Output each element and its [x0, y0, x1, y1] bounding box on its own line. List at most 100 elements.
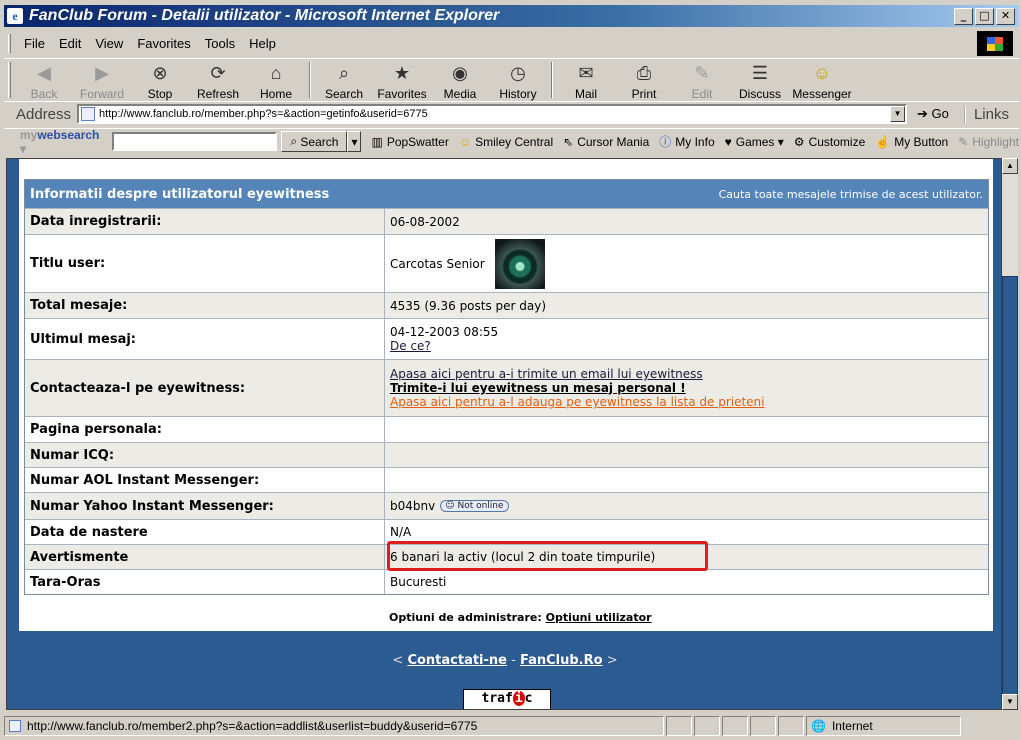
highlighter-icon: ✎ [958, 134, 969, 149]
address-url: http://www.fanclub.ro/member.php?s=&acti… [99, 108, 428, 120]
edit-icon: ✎ [694, 62, 710, 83]
search-button[interactable]: ⌕ Search [315, 59, 373, 102]
address-bar: Address http://www.fanclub.ro/member.php… [4, 101, 1019, 126]
home-button[interactable]: ⌂ Home [247, 59, 305, 102]
media-icon: ◉ [452, 62, 468, 83]
popswatter-button[interactable]: ▥ PopSwatter [371, 135, 448, 149]
page-icon [9, 720, 21, 732]
address-dropdown-icon[interactable]: ▼ [890, 106, 906, 122]
status-text: http://www.fanclub.ro/member2.php?s=&act… [4, 716, 664, 736]
footer: < Contactati-ne - FanClub.Ro > [392, 653, 618, 668]
status-bar: http://www.fanclub.ro/member2.php?s=&act… [4, 714, 1019, 738]
admin-options: Optiuni de administrare: Optiuni utiliza… [389, 611, 652, 624]
search-user-posts-link[interactable]: Cauta toate mesajele trimise de acest ut… [719, 188, 983, 201]
profile-title: Informatii despre utilizatorul eyewitnes… [30, 186, 330, 202]
customize-button[interactable]: ⚙ Customize [794, 135, 865, 149]
scroll-down-icon[interactable]: ▼ [1002, 694, 1018, 710]
links-button[interactable]: Links [963, 105, 1009, 123]
address-input[interactable]: http://www.fanclub.ro/member.php?s=&acti… [77, 104, 908, 124]
fanclub-link[interactable]: FanClub.Ro [520, 653, 603, 668]
globe-icon: 🌐 [811, 719, 826, 733]
scroll-up-icon[interactable]: ▲ [1002, 158, 1018, 174]
eye-avatar [494, 238, 545, 289]
title-bar: e FanClub Forum - Detalii utilizator - M… [4, 5, 1019, 27]
profile-header: Informatii despre utilizatorul eyewitnes… [25, 180, 988, 208]
print-button[interactable]: ⎙ Print [615, 59, 673, 102]
menu-file[interactable]: File [17, 36, 52, 51]
field-label: Numar ICQ: [25, 443, 385, 467]
field-value: 06-08-2002 [385, 209, 988, 234]
add-buddy-link[interactable]: Apasa aici pentru a-l adauga pe eyewitne… [390, 395, 983, 409]
cursor-mania-button[interactable]: ⇖ Cursor Mania [563, 135, 649, 149]
maximize-button[interactable]: □ [975, 8, 994, 25]
hand-icon: ☝ [875, 134, 891, 149]
search-dropdown-icon[interactable]: ▾ [347, 131, 362, 152]
yahoo-id: b04bnv [390, 499, 436, 513]
history-button[interactable]: ◷ History [489, 59, 547, 102]
menu-edit[interactable]: Edit [52, 36, 88, 51]
field-label: Ultimul mesaj: [25, 319, 385, 359]
gear-icon: ⚙ [793, 134, 805, 149]
trafic-ranking-badge[interactable]: traf i c [463, 689, 551, 709]
popswatter-icon: ▥ [371, 134, 383, 149]
field-label: Data de nastere [25, 520, 385, 544]
ie-icon: e [7, 8, 23, 24]
mail-button[interactable]: ✉ Mail [557, 59, 615, 102]
messenger-icon: ☺ [812, 62, 832, 83]
history-icon: ◷ [510, 62, 526, 83]
why-link[interactable]: De ce? [390, 339, 983, 353]
minimize-button[interactable]: _ [954, 8, 973, 25]
websearch-search-button[interactable]: ⌕ Search [281, 131, 348, 152]
discuss-button[interactable]: ☰ Discuss [731, 59, 789, 102]
field-label: Contacteaza-l pe eyewitness: [25, 360, 385, 416]
field-label: Avertismente [25, 545, 385, 569]
last-post-date: 04-12-2003 08:55 [390, 325, 499, 339]
smiley-central-button[interactable]: ☺ Smiley Central [459, 135, 553, 149]
field-label: Numar Yahoo Instant Messenger: [25, 493, 385, 519]
discuss-icon: ☰ [751, 62, 769, 83]
edit-button[interactable]: ✎ Edit [673, 59, 731, 102]
browser-window: e FanClub Forum - Detalii utilizator - M… [0, 0, 1021, 740]
yahoo-status-badge[interactable]: ☺ Not online [440, 500, 509, 512]
media-button[interactable]: ◉ Media [431, 59, 489, 102]
email-user-link[interactable]: Apasa aici pentru a-i trimite un email l… [390, 367, 983, 381]
back-button[interactable]: ◀ Back [15, 59, 73, 102]
user-title: Carcotas Senior [390, 256, 485, 271]
menu-view[interactable]: View [88, 36, 130, 51]
field-value [385, 417, 988, 442]
games-button[interactable]: ♥ Games ▾ [725, 135, 784, 149]
contact-link[interactable]: Contactati-ne [407, 653, 507, 668]
field-value: 4535 (9.36 posts per day) [385, 293, 988, 318]
page-icon [81, 107, 96, 121]
highlight-button[interactable]: ✎ Highlight [958, 135, 1019, 149]
close-button[interactable]: ✕ [996, 8, 1015, 25]
standard-toolbar: ◀ Back ▶ Forward ⊗ Stop ⟳ Refresh ⌂ Home ⌕ Sea… [4, 58, 1019, 102]
games-icon: ♥ [724, 134, 732, 149]
messenger-button[interactable]: ☺ Messenger [789, 59, 855, 102]
forward-button[interactable]: ▶ Forward [73, 59, 131, 102]
vertical-scrollbar[interactable]: ▲ ▼ [1002, 158, 1018, 710]
scroll-thumb[interactable] [1002, 276, 1018, 700]
favorites-button[interactable]: ★ Favorites [373, 59, 431, 102]
refresh-button[interactable]: ⟳ Refresh [189, 59, 247, 102]
cursor-icon: ⇖ [563, 134, 574, 149]
menu-help[interactable]: Help [242, 36, 283, 51]
field-label: Data inregistrarii: [25, 209, 385, 234]
private-message-link[interactable]: Trimite-i lui eyewitness un mesaj person… [390, 381, 983, 395]
my-info-button[interactable]: ⓘ My Info [659, 133, 714, 150]
profile-table: Informatii despre utilizatorul eyewitnes… [24, 179, 989, 595]
back-arrow-icon: ◀ [37, 62, 51, 83]
go-button[interactable]: ➔ Go [917, 106, 949, 122]
user-options-link[interactable]: Optiuni utilizator [546, 611, 652, 624]
field-label: Numar AOL Instant Messenger: [25, 468, 385, 492]
red-highlight-annotation [387, 541, 708, 571]
websearch-toolbar: mywebsearch ▾ ⌕ Search ▾ ▥ PopSwatter ☺ Sm… [4, 127, 1019, 156]
websearch-input[interactable] [112, 132, 278, 151]
websearch-logo: mywebsearch ▾ [20, 127, 100, 156]
stop-button[interactable]: ⊗ Stop [131, 59, 189, 102]
windows-logo-icon [977, 31, 1013, 56]
field-label: Total mesaje: [25, 293, 385, 318]
my-button[interactable]: ☝ My Button [875, 135, 948, 149]
menu-tools[interactable]: Tools [198, 36, 242, 51]
menu-favorites[interactable]: Favorites [130, 36, 197, 51]
